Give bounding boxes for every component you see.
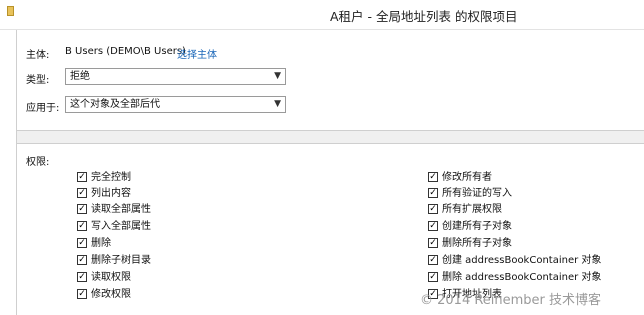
checkbox-checked-icon[interactable]: ✓	[428, 255, 438, 265]
checkbox-checked-icon[interactable]: ✓	[77, 172, 87, 182]
permission-label: 删除子树目录	[91, 255, 151, 266]
checkbox-checked-icon[interactable]: ✓	[428, 221, 438, 231]
checkbox-checked-icon[interactable]: ✓	[77, 272, 87, 282]
principal-value: B Users (DEMO\B Users)	[65, 46, 186, 57]
type-label: 类型:	[26, 75, 50, 86]
checkbox-checked-icon[interactable]: ✓	[428, 238, 438, 248]
checkbox-checked-icon[interactable]: ✓	[428, 188, 438, 198]
permission-label: 修改权限	[91, 289, 131, 300]
checkbox-checked-icon[interactable]: ✓	[428, 204, 438, 214]
select-principal-link[interactable]: 选择主体	[177, 46, 217, 61]
checkbox-checked-icon[interactable]: ✓	[77, 255, 87, 265]
principal-label: 主体:	[26, 50, 50, 61]
checkbox-checked-icon[interactable]: ✓	[428, 172, 438, 182]
applies-to-label: 应用于:	[26, 103, 60, 114]
watermark: © 2014 Reinember 技术博客	[420, 293, 602, 308]
permission-label: 删除所有子对象	[442, 238, 512, 249]
title-bar: A租户 - 全局地址列表 的权限项目	[0, 0, 644, 30]
panel-separator	[16, 131, 644, 143]
permissions-label: 权限:	[26, 157, 50, 168]
chevron-down-icon: ▼	[274, 99, 281, 109]
principal-panel: 主体: B Users (DEMO\B Users) 选择主体 类型: 拒绝 ▼…	[16, 30, 644, 131]
checkbox-checked-icon[interactable]: ✓	[77, 188, 87, 198]
permission-label: 所有扩展权限	[442, 204, 502, 215]
checkbox-checked-icon[interactable]: ✓	[77, 204, 87, 214]
checkbox-checked-icon[interactable]: ✓	[77, 221, 87, 231]
checkbox-checked-icon[interactable]: ✓	[77, 238, 87, 248]
permission-label: 删除	[91, 238, 111, 249]
window-title: A租户 - 全局地址列表 的权限项目	[330, 9, 518, 24]
permission-label: 所有验证的写入	[442, 188, 512, 199]
permission-label: 删除 addressBookContainer 对象	[442, 272, 602, 283]
checkbox-checked-icon[interactable]: ✓	[77, 289, 87, 299]
permission-label: 写入全部属性	[91, 221, 151, 232]
permission-label: 读取全部属性	[91, 204, 151, 215]
permission-label: 创建 addressBookContainer 对象	[442, 255, 602, 266]
applies-to-select-value: 这个对象及全部后代	[70, 99, 160, 110]
applies-to-select[interactable]: 这个对象及全部后代 ▼	[65, 96, 286, 113]
chevron-down-icon: ▼	[274, 71, 281, 81]
permission-label: 创建所有子对象	[442, 221, 512, 232]
type-select-value: 拒绝	[70, 71, 90, 82]
permission-label: 修改所有者	[442, 172, 492, 183]
folder-icon	[7, 6, 14, 16]
checkbox-checked-icon[interactable]: ✓	[428, 272, 438, 282]
permission-label: 完全控制	[91, 172, 131, 183]
permission-label: 列出内容	[91, 188, 131, 199]
permission-label: 读取权限	[91, 272, 131, 283]
type-select[interactable]: 拒绝 ▼	[65, 68, 286, 85]
